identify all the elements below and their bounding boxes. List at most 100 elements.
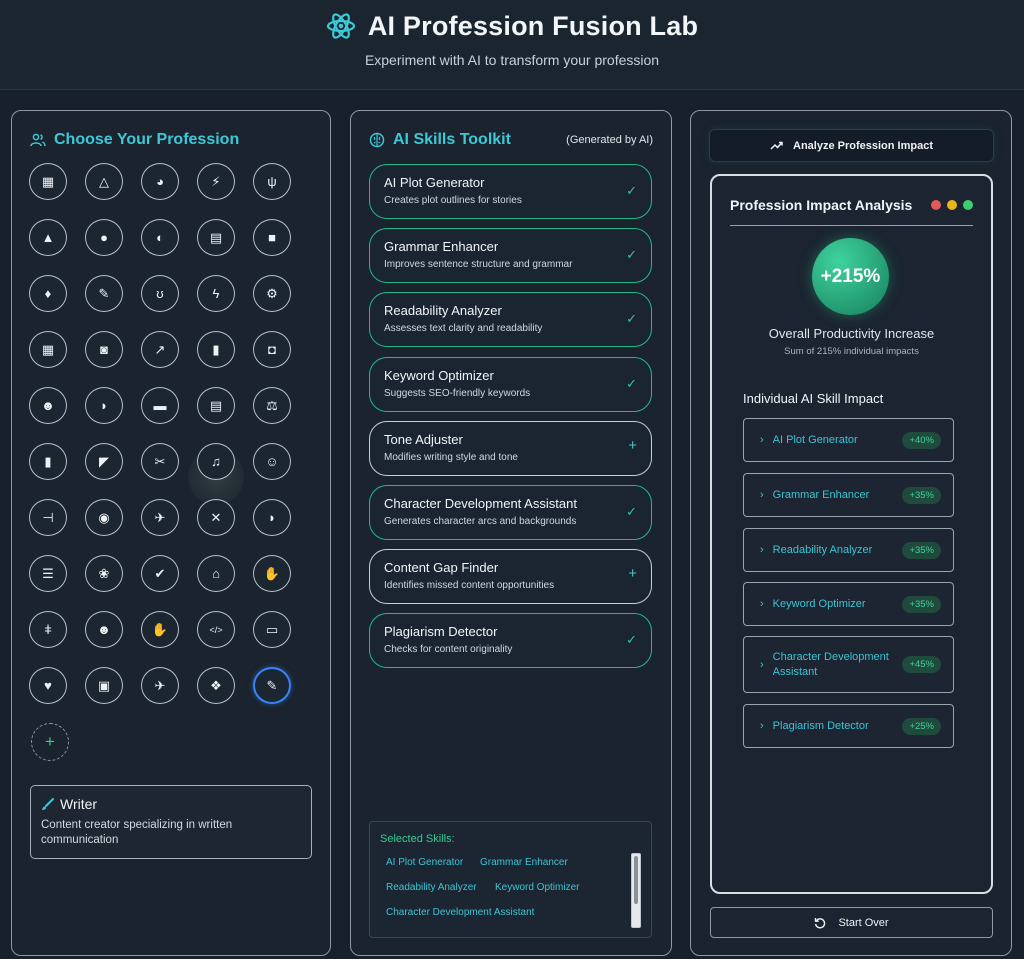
check-icon: ✓ <box>626 504 637 519</box>
profession-button[interactable]: ✂ <box>141 443 179 480</box>
profession-button[interactable]: ↗ <box>141 331 179 368</box>
profession-button[interactable]: ▤ <box>197 219 235 256</box>
analyze-impact-button[interactable]: Analyze Profession Impact <box>709 129 994 162</box>
skill-description: Assesses text clarity and readability <box>384 323 543 335</box>
profession-button[interactable]: ǂ <box>29 611 67 648</box>
profession-button[interactable]: ⌂ <box>197 555 235 592</box>
users-icon: ☻ <box>41 398 55 413</box>
profession-button[interactable]: ☺ <box>253 443 291 480</box>
selected-skills-scrollbar[interactable] <box>631 853 641 928</box>
generated-note: (Generated by AI) <box>566 134 653 146</box>
profession-button[interactable]: ☰ <box>29 555 67 592</box>
skill-card[interactable]: Content Gap Finder Identifies missed cont… <box>369 549 652 605</box>
impact-skill-name: Readability Analyzer <box>772 543 873 556</box>
profession-button[interactable]: ◘ <box>253 331 291 368</box>
drafting-compass-icon: △ <box>99 173 109 189</box>
skill-name: Plagiarism Detector <box>384 624 498 640</box>
profession-button[interactable]: ♫ <box>197 443 235 480</box>
profession-button[interactable]: ◤ <box>85 443 123 480</box>
camera-icon: ◉ <box>98 509 110 525</box>
start-over-button[interactable]: Start Over <box>710 907 993 938</box>
profession-button[interactable]: △ <box>85 163 123 200</box>
profession-button[interactable]: ✈ <box>141 667 179 704</box>
skill-card[interactable]: AI Plot Generator Creates plot outlines f… <box>369 164 652 219</box>
profession-button[interactable]: ⚙ <box>253 275 291 312</box>
profession-button[interactable]: ▦ <box>29 331 67 368</box>
impact-row[interactable]: › Character Development Assistant +45% <box>743 636 954 693</box>
profession-button[interactable]: ◙ <box>85 331 123 368</box>
impact-row[interactable]: › AI Plot Generator +40% <box>743 418 954 462</box>
profession-button[interactable]: ▤ <box>197 387 235 424</box>
reset-icon <box>815 917 826 928</box>
skill-card[interactable]: Character Development Assistant Generates… <box>369 485 652 540</box>
profession-button[interactable]: </> <box>197 611 235 648</box>
profession-button[interactable]: ▣ <box>85 667 123 704</box>
profession-button[interactable]: ϟ <box>197 275 235 312</box>
profession-button[interactable]: ✎ <box>253 667 291 704</box>
skill-name: AI Plot Generator <box>384 175 485 190</box>
microscope-icon: ǂ <box>44 622 52 637</box>
skill-card[interactable]: Grammar Enhancer Improves sentence struct… <box>369 228 652 284</box>
check-icon: ✓ <box>626 375 637 391</box>
impact-row[interactable]: › Plagiarism Detector +25% <box>743 704 954 748</box>
profession-button[interactable]: ψ <box>253 163 291 200</box>
profession-button[interactable]: ● <box>85 219 123 256</box>
skill-card[interactable]: Tone Adjuster Modifies writing style and … <box>369 420 652 476</box>
skill-card[interactable]: Readability Analyzer Assesses text clarit… <box>369 292 652 348</box>
profession-button[interactable]: ♥ <box>29 667 67 704</box>
book-icon: ▮ <box>44 453 52 469</box>
profession-button[interactable]: ☻ <box>85 611 123 648</box>
truck-icon: ■ <box>268 230 276 245</box>
profession-button[interactable]: ⚡ <box>197 163 235 200</box>
profession-panel-label: Choose Your Profession <box>54 131 240 148</box>
profession-button[interactable]: ✔ <box>141 555 179 592</box>
profession-button[interactable]: ✋ <box>253 555 291 592</box>
selected-profession-description: Content creator specializing in written … <box>41 819 233 846</box>
profession-button[interactable]: ♦ <box>29 275 67 312</box>
impact-skill-name: Keyword Optimizer <box>772 597 866 610</box>
profession-button[interactable]: ▦ <box>29 163 67 200</box>
brain-icon: ❀ <box>98 565 110 581</box>
profession-button[interactable]: ✎ <box>85 275 123 312</box>
profession-button[interactable]: ❀ <box>85 555 123 592</box>
app-subtitle: Experiment with AI to transform your pro… <box>364 52 660 68</box>
profession-button[interactable]: ✕ <box>197 499 235 536</box>
impact-row[interactable]: › Readability Analyzer +35% <box>743 528 954 572</box>
skill-card[interactable]: Plagiarism Detector Checks for content or… <box>369 613 652 669</box>
selected-skills-box: Selected Skills: AI Plot Generator Gramm… <box>369 821 652 938</box>
profession-button[interactable]: ■ <box>253 219 291 256</box>
profession-button[interactable]: ✈ <box>141 499 179 536</box>
profession-button[interactable]: ◗ <box>85 387 123 424</box>
profession-button[interactable]: ◕ <box>141 163 179 200</box>
profession-button[interactable]: ▮ <box>29 443 67 480</box>
shield-icon: ◗ <box>100 398 108 413</box>
profession-button[interactable]: ▮ <box>197 331 235 368</box>
profession-button[interactable]: ▲ <box>29 219 67 256</box>
profession-button[interactable]: ʊ <box>141 275 179 312</box>
profession-button[interactable]: ▬ <box>141 387 179 424</box>
skill-description: Improves sentence structure and grammar <box>384 259 573 271</box>
profession-button[interactable]: ⚖ <box>253 387 291 424</box>
profession-button[interactable]: ◗ <box>253 499 291 536</box>
skills-panel-title: AI Skills Toolkit <box>369 131 511 149</box>
impact-badge: +35% <box>902 595 941 613</box>
tractor-icon: ◙ <box>100 342 108 357</box>
impact-row[interactable]: › Grammar Enhancer +35% <box>743 473 954 517</box>
code-icon: </> <box>209 624 223 635</box>
profession-button[interactable]: ▭ <box>253 611 291 648</box>
add-profession-button[interactable]: + <box>31 723 69 761</box>
scrollbar-thumb[interactable] <box>634 856 638 904</box>
impact-row[interactable]: › Keyword Optimizer +35% <box>743 582 954 626</box>
profession-button[interactable]: ✋ <box>141 611 179 648</box>
utensils-icon: ψ <box>267 174 277 189</box>
profession-button[interactable]: ❖ <box>197 667 235 704</box>
profession-button[interactable]: ⊣ <box>29 499 67 536</box>
profession-button[interactable]: ◉ <box>85 499 123 536</box>
title-divider <box>730 225 973 226</box>
paintbrush-icon <box>42 797 54 810</box>
profession-button[interactable]: ◐ <box>141 219 179 256</box>
skill-card[interactable]: Keyword Optimizer Suggests SEO-friendly k… <box>369 356 652 412</box>
impact-badge: +25% <box>902 717 941 735</box>
profession-button[interactable]: ☻ <box>29 387 67 424</box>
yellow-dot <box>947 200 957 210</box>
